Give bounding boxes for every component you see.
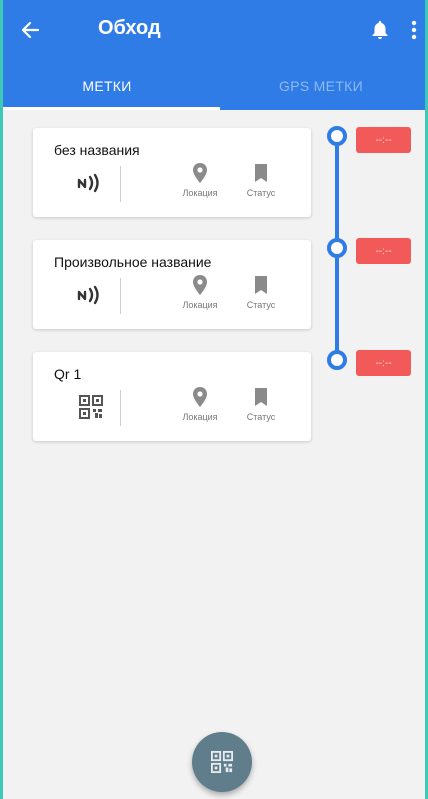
location-pin-icon [192,272,208,298]
checkpoint-name: Произвольное название [54,254,212,270]
card-divider [120,166,121,202]
location-label: Локация [182,188,218,198]
status-label: Статус [246,188,276,198]
nfc-icon [71,168,111,198]
location-pin-icon [192,384,208,410]
scan-qr-fab[interactable] [192,732,252,792]
qr-code-icon [211,751,233,773]
app-bar: Обход МЕТКИ GPS МЕТКИ [0,0,428,110]
location-button[interactable]: Локация [170,160,230,206]
back-button[interactable] [14,14,46,46]
tab-gps-marks[interactable]: GPS МЕТКИ [214,62,428,110]
status-button[interactable]: Статус [231,272,291,318]
location-pin-icon [192,160,208,186]
bell-icon [372,21,388,39]
card-divider [120,278,121,314]
more-vert-icon [411,20,417,40]
page-title: Обход [98,17,161,39]
status-button[interactable]: Статус [231,384,291,430]
tab-indicator [0,107,220,110]
time-badge: --:-- [356,350,411,376]
location-label: Локация [182,300,218,310]
toolbar: Обход [0,0,428,62]
location-label: Локация [182,412,218,422]
tab-marks[interactable]: МЕТКИ [0,62,214,110]
timeline-node [327,238,347,258]
time-badge: --:-- [356,127,411,153]
card-divider [120,390,121,426]
notifications-button[interactable] [364,14,396,46]
qr-code-icon [71,392,111,422]
checkpoint-card[interactable]: Произвольное название Локация Статус [33,240,311,329]
checkpoint-card[interactable]: без названия Локация Статус [33,128,311,217]
nfc-icon [71,280,111,310]
location-button[interactable]: Локация [170,384,230,430]
checkpoint-name: Qr 1 [54,366,82,382]
tab-bar: МЕТКИ GPS МЕТКИ [0,62,428,110]
time-badge: --:-- [356,238,411,264]
location-button[interactable]: Локация [170,272,230,318]
more-menu-button[interactable] [404,14,424,46]
status-label: Статус [246,412,276,422]
timeline-node [327,350,347,370]
timeline-node [327,126,347,146]
bookmark-icon [253,384,269,410]
status-label: Статус [246,300,276,310]
status-button[interactable]: Статус [231,160,291,206]
checkpoint-card[interactable]: Qr 1 Локация Статус [33,352,311,441]
checkpoint-name: без названия [54,142,140,158]
bookmark-icon [253,160,269,186]
bookmark-icon [253,272,269,298]
arrow-back-icon [21,21,40,39]
